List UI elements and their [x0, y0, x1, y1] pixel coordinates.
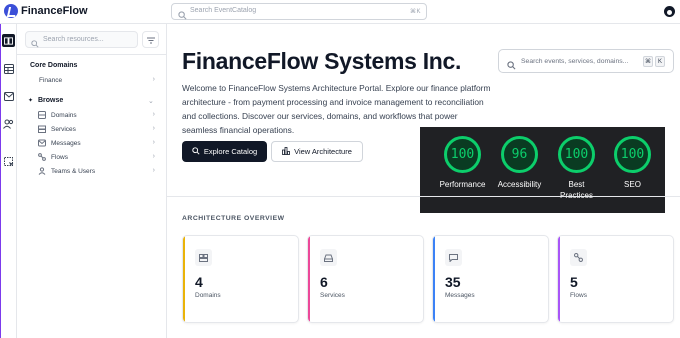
rail-accent-line [0, 24, 1, 338]
explore-catalog-button[interactable]: Explore Catalog [182, 141, 267, 162]
stat-value: 4 [195, 274, 203, 290]
card-accent [308, 236, 310, 322]
section-divider [167, 196, 680, 197]
search-icon [507, 57, 516, 75]
sidebar-item-domains[interactable]: Domains › [35, 110, 155, 121]
chevron-right-icon: › [152, 111, 155, 118]
flows-icon [570, 249, 587, 266]
logo-icon[interactable] [4, 4, 18, 18]
domains-icon [38, 111, 46, 121]
stat-label: Services [320, 292, 345, 299]
domains-icon [195, 249, 212, 266]
stat-card-services[interactable]: 6 Services [307, 235, 424, 323]
score-gauge: 100 [444, 136, 481, 173]
flows-icon [38, 153, 46, 163]
stat-label: Domains [195, 292, 221, 299]
score-label: Accessibility [497, 180, 542, 189]
users-icon [38, 167, 46, 177]
sidebar: Search resources... Core Domains Finance… [17, 24, 167, 338]
table-icon[interactable] [2, 62, 15, 75]
mail-icon[interactable] [2, 90, 15, 103]
browse-heading[interactable]: ✦ Browse [28, 97, 63, 104]
messages-icon [38, 139, 46, 149]
card-accent [558, 236, 560, 322]
sidebar-item-label: Flows [51, 154, 68, 161]
score-label: Performance [439, 180, 486, 189]
main-search-input[interactable]: Search events, services, domains... ⌘ K [498, 49, 674, 73]
search-icon [192, 146, 200, 157]
chevron-right-icon: › [152, 76, 155, 83]
browse-label: Browse [37, 97, 64, 104]
sidebar-item-flows[interactable]: Flows › [35, 152, 155, 163]
score-seo: 100 SEO [605, 136, 660, 190]
stat-label: Flows [570, 292, 587, 299]
github-icon[interactable] [664, 6, 675, 17]
sidebar-item-teams-users[interactable]: Teams & Users › [35, 166, 155, 177]
stat-label: Messages [445, 292, 475, 299]
sidebar-item-label: Finance [39, 77, 63, 84]
app-name[interactable]: FinanceFlow [21, 5, 88, 17]
services-icon [38, 125, 46, 135]
search-icon [178, 7, 187, 25]
search-icon [31, 35, 39, 53]
main-search-placeholder: Search events, services, domains... [521, 58, 629, 65]
stat-card-messages[interactable]: 35 Messages [432, 235, 549, 323]
score-gauge: 100 [558, 136, 595, 173]
score-performance: 100 Performance [435, 136, 490, 190]
score-best-practices: 100 Best Practices [549, 136, 604, 201]
message-icon [445, 249, 462, 266]
users-icon[interactable] [2, 117, 15, 130]
sidebar-item-label: Messages [51, 140, 81, 147]
stat-value: 5 [570, 274, 578, 290]
card-accent [433, 236, 435, 322]
global-search-input[interactable]: Search EventCatalog ⌘K [171, 3, 427, 20]
stat-value: 35 [445, 274, 461, 290]
chevron-right-icon: › [152, 153, 155, 160]
selection-icon[interactable] [2, 155, 15, 168]
sidebar-search-placeholder: Search resources... [43, 36, 104, 43]
view-architecture-label: View Architecture [294, 147, 352, 156]
search-shortcut: ⌘K [409, 9, 421, 15]
score-gauge: 96 [501, 136, 538, 173]
core-domains-heading: Core Domains [30, 62, 78, 69]
book-icon[interactable] [2, 34, 15, 47]
sidebar-item-services[interactable]: Services › [35, 124, 155, 135]
sidebar-item-label: Teams & Users [51, 168, 96, 175]
k-key: K [655, 56, 665, 67]
icon-rail [0, 24, 17, 338]
lighthouse-scores-panel: 100 Performance 96 Accessibility 100 Bes… [420, 127, 665, 213]
overview-heading: ARCHITECTURE OVERVIEW [182, 215, 285, 222]
chevron-down-icon[interactable]: ⌄ [148, 97, 154, 105]
card-accent [183, 236, 185, 322]
sidebar-item-finance[interactable]: Finance › [30, 75, 155, 86]
score-label: SEO [624, 180, 641, 189]
stat-card-flows[interactable]: 5 Flows [557, 235, 674, 323]
page-title: FinanceFlow Systems Inc. [182, 48, 462, 74]
sidebar-item-label: Services [51, 126, 76, 133]
score-label: Best Practices [560, 180, 593, 200]
chevron-right-icon: › [152, 139, 155, 146]
chevron-right-icon: › [152, 125, 155, 132]
services-icon [320, 249, 337, 266]
score-accessibility: 96 Accessibility [492, 136, 547, 190]
filter-button[interactable] [142, 31, 159, 48]
sidebar-item-label: Domains [51, 112, 77, 119]
browse-icon: ✦ [28, 98, 34, 104]
sidebar-search-input[interactable]: Search resources... [25, 31, 138, 48]
stat-value: 6 [320, 274, 328, 290]
view-architecture-button[interactable]: View Architecture [271, 141, 363, 162]
command-key: ⌘ [643, 56, 653, 67]
score-gauge: 100 [614, 136, 651, 173]
sidebar-item-messages[interactable]: Messages › [35, 138, 155, 149]
explore-catalog-label: Explore Catalog [203, 147, 258, 156]
stat-card-domains[interactable]: 4 Domains [182, 235, 299, 323]
chart-icon [282, 146, 290, 157]
chevron-right-icon: › [152, 167, 155, 174]
filter-icon [146, 31, 155, 49]
global-search-placeholder: Search EventCatalog [190, 7, 257, 14]
top-bar: FinanceFlow Search EventCatalog ⌘K [0, 0, 680, 24]
sidebar-divider [17, 54, 167, 55]
